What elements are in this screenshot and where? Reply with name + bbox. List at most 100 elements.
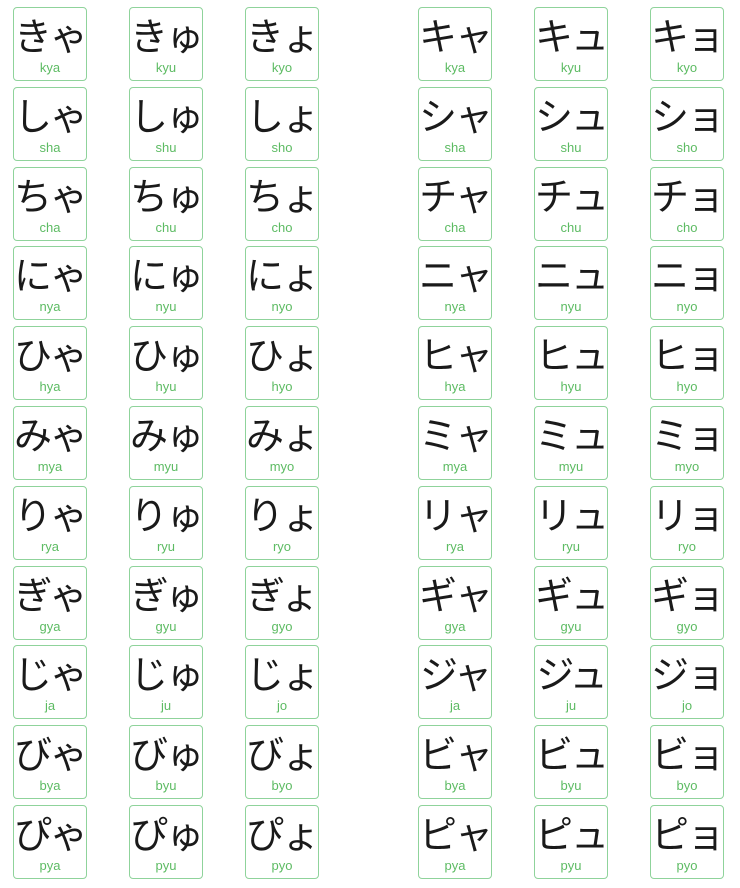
katakana-character: ビャ bbox=[419, 733, 493, 778]
hiragana-character: じゃ bbox=[14, 653, 88, 698]
hiragana-character: ぎゃ bbox=[14, 573, 87, 618]
hiragana-card: みゃ mya bbox=[13, 406, 88, 480]
hiragana-character: ちゃ bbox=[14, 174, 88, 219]
katakana-character: ビュ bbox=[535, 733, 609, 778]
romaji-label: gya bbox=[39, 618, 61, 634]
romaji-label: hyo bbox=[271, 379, 293, 395]
hiragana-character: びゅ bbox=[130, 733, 204, 778]
hiragana-character: じゅ bbox=[130, 653, 204, 698]
romaji-label: myo bbox=[269, 459, 295, 474]
katakana-card: キョ kyo bbox=[650, 7, 725, 81]
romaji-label: sho bbox=[271, 139, 293, 155]
hiragana-card: りゃ rya bbox=[13, 485, 88, 560]
hiragana-card: ぎゅ gyu bbox=[129, 565, 203, 640]
romaji-label: sho bbox=[676, 139, 698, 155]
romaji-label: nyo bbox=[676, 299, 698, 315]
katakana-card: ヒャ hya bbox=[418, 326, 493, 401]
katakana-character: ミュ bbox=[535, 414, 609, 458]
hiragana-card: びゃ bya bbox=[13, 725, 88, 800]
romaji-label: hya bbox=[444, 379, 466, 395]
katakana-card: ニャ nya bbox=[418, 246, 493, 321]
katakana-card: チョ cho bbox=[650, 166, 725, 241]
romaji-label: ryu bbox=[561, 538, 581, 554]
katakana-card: ジョ jo bbox=[650, 645, 725, 720]
katakana-card: ギョ gyo bbox=[650, 565, 725, 640]
romaji-label: gyu bbox=[560, 618, 582, 634]
katakana-character: キュ bbox=[535, 15, 609, 59]
katakana-card: シャ sha bbox=[418, 86, 493, 161]
hiragana-character: みゅ bbox=[130, 414, 204, 458]
romaji-label: nya bbox=[39, 299, 61, 315]
katakana-card: ショ sho bbox=[650, 86, 725, 161]
romaji-label: pya bbox=[444, 858, 466, 873]
romaji-label: ryo bbox=[677, 538, 697, 554]
romaji-label: gyo bbox=[271, 618, 293, 634]
hiragana-card: ぴゃ pya bbox=[13, 805, 88, 879]
hiragana-card: ちょ cho bbox=[245, 166, 320, 241]
romaji-label: cha bbox=[39, 219, 61, 235]
katakana-card: ミャ mya bbox=[418, 406, 493, 480]
hiragana-card: じゅ ju bbox=[129, 645, 204, 720]
katakana-character: ピャ bbox=[419, 813, 493, 857]
hiragana-character: みゃ bbox=[14, 414, 88, 458]
romaji-label: ja bbox=[44, 698, 56, 714]
katakana-character: キャ bbox=[419, 15, 493, 59]
romaji-label: kya bbox=[444, 60, 466, 75]
romaji-label: bya bbox=[444, 778, 466, 794]
hiragana-character: りゅ bbox=[130, 493, 204, 538]
hiragana-card: びゅ byu bbox=[129, 725, 204, 800]
katakana-character: キョ bbox=[651, 15, 725, 59]
katakana-character: ニョ bbox=[651, 254, 725, 299]
romaji-label: pya bbox=[39, 858, 61, 873]
hiragana-card: しゅ shu bbox=[129, 86, 204, 161]
romaji-label: ju bbox=[160, 698, 172, 714]
katakana-card: ピュ pyu bbox=[534, 805, 609, 879]
hiragana-card: ぴょ pyo bbox=[245, 805, 320, 879]
katakana-character: ジャ bbox=[419, 653, 492, 698]
hiragana-character: じょ bbox=[246, 653, 320, 698]
katakana-card: ジャ ja bbox=[418, 645, 492, 720]
hiragana-character: にょ bbox=[246, 254, 320, 299]
romaji-label: byu bbox=[560, 778, 582, 794]
katakana-character: シャ bbox=[419, 94, 493, 139]
katakana-character: チュ bbox=[535, 174, 609, 219]
katakana-card: ピャ pya bbox=[418, 805, 493, 879]
romaji-label: hyo bbox=[676, 379, 698, 395]
hiragana-card: しょ sho bbox=[245, 86, 320, 161]
katakana-card: ミュ myu bbox=[534, 406, 609, 480]
hiragana-card: ひょ hyo bbox=[245, 326, 320, 401]
katakana-card: ビュ byu bbox=[534, 725, 609, 800]
romaji-label: nya bbox=[444, 299, 466, 315]
katakana-character: チョ bbox=[651, 174, 725, 219]
romaji-label: myo bbox=[674, 459, 700, 474]
hiragana-character: しゃ bbox=[14, 94, 88, 139]
katakana-character: ミョ bbox=[651, 414, 725, 458]
romaji-label: rya bbox=[445, 538, 465, 554]
katakana-character: ピュ bbox=[535, 813, 609, 857]
romaji-label: gyu bbox=[155, 618, 177, 634]
romaji-label: pyu bbox=[155, 858, 177, 873]
katakana-card: ジュ ju bbox=[534, 645, 608, 720]
katakana-character: ビョ bbox=[651, 733, 725, 778]
katakana-character: チャ bbox=[419, 174, 493, 219]
hiragana-card: ちゅ chu bbox=[129, 166, 204, 241]
romaji-label: nyu bbox=[155, 299, 177, 315]
hiragana-card: しゃ sha bbox=[13, 86, 88, 161]
hiragana-character: ちょ bbox=[246, 174, 320, 219]
katakana-card: ニョ nyo bbox=[650, 246, 725, 321]
hiragana-card: ぴゅ pyu bbox=[129, 805, 204, 879]
romaji-label: mya bbox=[37, 459, 63, 474]
katakana-character: ヒュ bbox=[535, 334, 609, 379]
hiragana-character: きゃ bbox=[14, 15, 88, 59]
hiragana-card: ひゅ hyu bbox=[129, 326, 204, 401]
romaji-label: cho bbox=[271, 219, 293, 235]
romaji-label: kyo bbox=[676, 60, 698, 75]
katakana-character: ヒョ bbox=[651, 334, 725, 379]
katakana-card: リャ rya bbox=[418, 485, 493, 560]
romaji-label: rya bbox=[40, 538, 60, 554]
romaji-label: chu bbox=[560, 219, 582, 235]
romaji-label: hyu bbox=[155, 379, 177, 395]
hiragana-card: ちゃ cha bbox=[13, 166, 88, 241]
katakana-character: ピョ bbox=[651, 813, 725, 857]
hiragana-card: ぎゃ gya bbox=[13, 565, 88, 640]
